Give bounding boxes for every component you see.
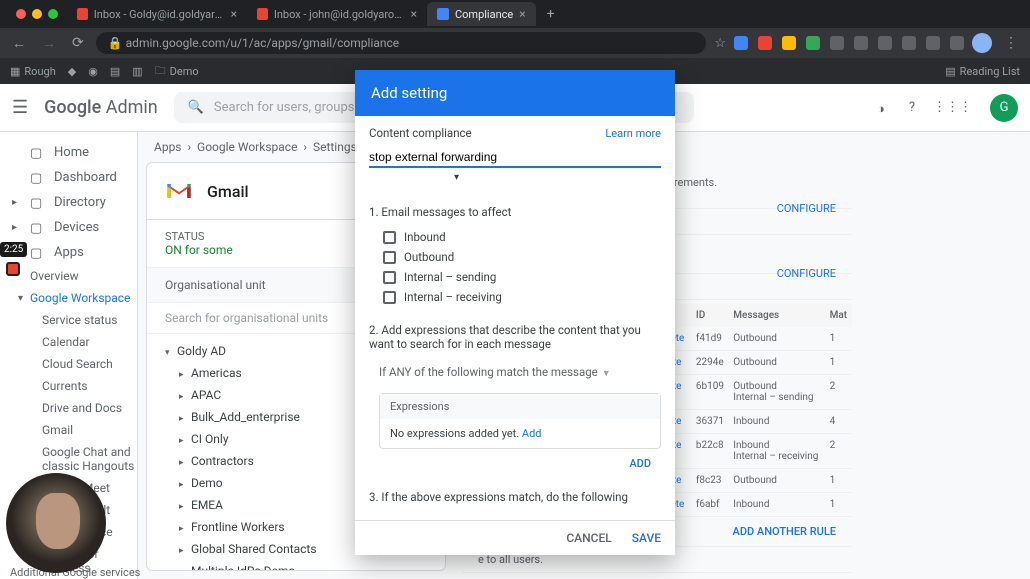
- nav-sub-item[interactable]: Gmail: [0, 419, 137, 441]
- checkbox[interactable]: [383, 291, 396, 304]
- browser-tab[interactable]: Inbox - john@id.goldyarora.co×: [247, 2, 427, 26]
- macos-window-controls[interactable]: [8, 9, 66, 19]
- expressions-header: Expressions: [380, 394, 660, 419]
- breadcrumb-link[interactable]: Apps: [154, 140, 182, 154]
- browser-tab[interactable]: Inbox - Goldy@id.goldyarora.c×: [67, 2, 247, 26]
- nav-overview[interactable]: Overview: [0, 265, 137, 287]
- tasks-icon[interactable]: ◑: [877, 101, 891, 115]
- checkbox[interactable]: [383, 251, 396, 264]
- section-1-title: 1. Email messages to affect: [369, 205, 661, 219]
- checkbox-label: Internal – receiving: [404, 290, 502, 304]
- add-expression-button[interactable]: ADD: [369, 453, 661, 480]
- close-window-icon[interactable]: [16, 9, 26, 19]
- nav-sub-item[interactable]: Drive and Docs: [0, 397, 137, 419]
- apps-launcher-icon[interactable]: ⋮⋮⋮: [933, 100, 972, 115]
- nav-sub-item[interactable]: Calendar: [0, 331, 137, 353]
- back-button[interactable]: ←: [8, 35, 30, 52]
- breadcrumb-link[interactable]: Google Workspace: [197, 140, 297, 154]
- bookmark-item[interactable]: ▥: [132, 65, 142, 78]
- configure-button[interactable]: CONFIGURE: [777, 267, 836, 280]
- learn-more-link[interactable]: Learn more: [605, 127, 661, 140]
- close-tab-icon[interactable]: ×: [231, 7, 237, 21]
- browser-tab[interactable]: Compliance×: [427, 2, 536, 26]
- account-avatar[interactable]: G: [990, 94, 1018, 122]
- match-mode-select[interactable]: If ANY of the following match the messag…: [369, 359, 661, 385]
- help-icon[interactable]: ?: [909, 100, 915, 115]
- reload-button[interactable]: ⟳: [68, 35, 88, 51]
- close-tab-icon[interactable]: ×: [519, 7, 525, 21]
- table-header: ID: [692, 304, 729, 327]
- bookmark-item[interactable]: 🗀 Demo: [155, 62, 199, 81]
- table-header: Messages: [729, 304, 825, 327]
- nav-sub-item[interactable]: Cloud Search: [0, 353, 137, 375]
- card-title: Gmail: [207, 182, 249, 201]
- setting-description-input[interactable]: [369, 146, 661, 168]
- checkbox-label: Outbound: [404, 250, 454, 264]
- nav-sub-item[interactable]: Service status: [0, 309, 137, 331]
- nav-sub-item[interactable]: Currents: [0, 375, 137, 397]
- nav-google-workspace[interactable]: ▾Google Workspace: [0, 287, 137, 309]
- bookmark-item[interactable]: ▦ Rough: [10, 65, 56, 78]
- record-indicator-icon: [6, 262, 20, 276]
- close-tab-icon[interactable]: ×: [411, 7, 417, 21]
- forward-button[interactable]: →: [38, 35, 60, 52]
- menu-icon[interactable]: ☰: [12, 97, 28, 118]
- address-bar: ← → ⟳ 🔒 admin.google.com/u/1/ac/apps/gma…: [0, 28, 1030, 58]
- nav-item-home[interactable]: ▢Home: [0, 140, 137, 165]
- expressions-box: Expressions No expressions added yet. Ad…: [379, 393, 661, 449]
- profile-avatar-icon[interactable]: [972, 33, 992, 53]
- add-setting-modal: Add setting Content compliance Learn mor…: [355, 70, 675, 555]
- nav-item-dashboard[interactable]: ▢Dashboard: [0, 165, 137, 190]
- add-expression-link[interactable]: Add: [522, 427, 542, 440]
- presenter-webcam: [6, 473, 106, 573]
- nav-item-directory[interactable]: ▸▢Directory: [0, 190, 137, 215]
- new-tab-button[interactable]: +: [537, 6, 565, 22]
- search-icon: 🔍: [188, 100, 204, 115]
- bookmark-item[interactable]: ▤: [110, 65, 120, 78]
- configure-button[interactable]: CONFIGURE: [777, 202, 836, 215]
- checkbox-label: Inbound: [404, 230, 446, 244]
- nav-sub-item[interactable]: Google Chat and classic Hangouts: [0, 441, 137, 477]
- save-button[interactable]: SAVE: [632, 531, 661, 545]
- reading-list-button[interactable]: ▤ Reading List: [945, 65, 1020, 78]
- ou-item[interactable]: ▸Multiple IdPs Demo: [155, 560, 437, 570]
- modal-title: Add setting: [355, 70, 675, 116]
- section-2-title: 2. Add expressions that describe the con…: [369, 323, 661, 351]
- expressions-empty: No expressions added yet. Add: [380, 419, 660, 448]
- checkbox[interactable]: [383, 271, 396, 284]
- nav-item-devices[interactable]: ▸▢Devices: [0, 215, 137, 240]
- google-admin-logo: Google Admin: [44, 97, 158, 118]
- extension-icons[interactable]: [734, 36, 964, 50]
- timestamp-badge: 2:25: [0, 242, 27, 257]
- chrome-menu-icon[interactable]: ⋮: [1000, 35, 1022, 51]
- cancel-button[interactable]: CANCEL: [566, 531, 611, 545]
- bookmark-item[interactable]: ◉: [88, 65, 98, 78]
- zoom-window-icon[interactable]: [48, 9, 58, 19]
- checkbox-label: Internal – sending: [404, 270, 496, 284]
- tab-strip: Inbox - Goldy@id.goldyarora.c×Inbox - jo…: [0, 0, 1030, 28]
- section-3-title: 3. If the above expressions match, do th…: [369, 490, 661, 504]
- checkbox[interactable]: [383, 231, 396, 244]
- action-mode-select[interactable]: Modify the message▼: [369, 512, 661, 520]
- url-input[interactable]: 🔒 admin.google.com/u/1/ac/apps/gmail/com…: [96, 32, 707, 54]
- table-header: Mat: [826, 304, 852, 327]
- modal-subtitle: Content compliance: [369, 126, 472, 140]
- minimize-window-icon[interactable]: [32, 9, 42, 19]
- bookmark-item[interactable]: ◆: [68, 65, 76, 78]
- gmail-icon: [165, 177, 193, 205]
